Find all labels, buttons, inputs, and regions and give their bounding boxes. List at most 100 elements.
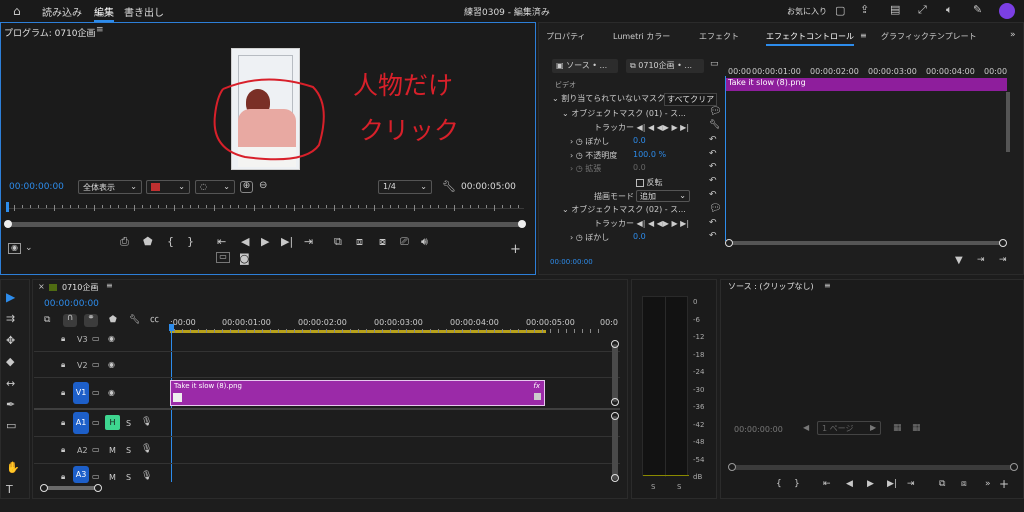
tab-menu-icon[interactable]: ≡ (860, 31, 867, 40)
lift-extract-icon[interactable]: ⧇ (379, 236, 386, 247)
effect-playhead[interactable] (725, 76, 726, 241)
selection-tool-icon[interactable]: ▶ (6, 291, 15, 303)
clear-all-button[interactable]: すべてクリア (664, 93, 718, 106)
lock-icon[interactable]: 🔒︎ (61, 446, 65, 454)
mic-icon[interactable]: 🎙︎ (141, 418, 152, 427)
maximize-icon[interactable]: ⤢ (918, 4, 927, 15)
lock-icon[interactable]: 🔒︎ (61, 473, 65, 481)
reset-icon[interactable]: ↶ (709, 177, 717, 186)
comment-icon[interactable]: 💬︎ (709, 107, 722, 117)
tab-effect-controls[interactable]: エフェクトコントロール (766, 31, 854, 46)
reset-icon[interactable]: ↶ (709, 232, 717, 241)
play-icon[interactable]: ▶ (261, 236, 269, 247)
go-to-in-icon[interactable]: ⇤ (823, 480, 831, 489)
add-marker-icon[interactable]: ⊕ (240, 181, 253, 193)
sync-lock-icon[interactable]: ▭ (92, 446, 100, 454)
source-scrollbar[interactable] (732, 465, 1014, 470)
wrench-icon[interactable]: 🔧︎ (442, 181, 456, 192)
razor-icon[interactable]: ◆ (6, 356, 14, 367)
mark-in-icon[interactable]: { (776, 480, 782, 489)
quality-icon[interactable]: ▦ (893, 424, 902, 433)
eye-icon[interactable]: ◉ (108, 361, 115, 369)
sequence-selector[interactable]: ⧉ 0710企画 • ... (626, 59, 704, 73)
reset-icon[interactable]: ↶ (709, 150, 717, 159)
export-alt-icon[interactable]: ⇥ (999, 256, 1007, 265)
prev-page-icon[interactable]: ◀ (803, 424, 809, 432)
step-back-icon[interactable]: ◀ (241, 236, 249, 247)
blur2-value[interactable]: 0.0 (633, 232, 646, 241)
linked-selection-icon[interactable]: ⚭ (84, 314, 98, 327)
wrench-icon[interactable]: 🔧︎ (129, 316, 140, 325)
program-menu-icon[interactable]: ≡ (96, 26, 104, 35)
eye-icon[interactable]: ◉ (108, 389, 115, 397)
sync-lock-icon[interactable]: ▭ (92, 419, 100, 427)
program-playhead[interactable] (6, 202, 9, 212)
reset-icon[interactable]: ↶ (709, 163, 717, 172)
tab-lumetri[interactable]: Lumetri カラー (613, 31, 670, 42)
reset-icon[interactable]: ↶ (709, 191, 717, 200)
overwrite-icon[interactable]: ⧈ (961, 480, 967, 489)
settings-button-icon[interactable]: ◉ (8, 243, 21, 254)
solo-button[interactable]: S (126, 473, 131, 482)
timeline-timecode[interactable]: 00:00:00:00 (44, 299, 99, 309)
timeline-tab[interactable]: 0710企画 (62, 282, 98, 293)
insert-icon[interactable]: ⧉ (334, 236, 342, 247)
mark-in-icon[interactable]: { (167, 236, 174, 247)
stopwatch-icon[interactable]: ◷ (576, 164, 586, 173)
effect-vscroll[interactable] (1006, 92, 1010, 152)
source-menu-icon[interactable]: ≡ (824, 282, 831, 290)
zoom-out-icon[interactable]: ⊖ (259, 181, 267, 191)
mic-icon[interactable]: 🎙︎ (141, 472, 152, 481)
compare-view-icon[interactable]: ▭ (216, 252, 230, 263)
wrench-icon[interactable]: 🔧︎ (709, 121, 720, 130)
share-icon[interactable]: ⇪ (860, 4, 869, 15)
export-icon[interactable]: ⇥ (977, 256, 985, 265)
track-a3-target[interactable]: A3 (73, 466, 89, 483)
snap-icon[interactable]: ∩ (63, 314, 77, 327)
mic-icon[interactable]: 🎙︎ (141, 445, 152, 454)
vscroll-handle[interactable] (611, 340, 619, 348)
track-v1-target[interactable]: V1 (73, 382, 89, 404)
lock-icon[interactable]: 🔒︎ (61, 335, 65, 343)
source-scroll-handle-left[interactable] (728, 463, 736, 471)
blur-value[interactable]: 0.0 (633, 136, 646, 145)
ripple-edit-icon[interactable]: ✥ (6, 335, 15, 346)
fit-dropdown[interactable]: 全体表示 ⌄ (78, 180, 142, 194)
step-forward-icon[interactable]: ▶| (887, 480, 897, 489)
audio-track-vscroll[interactable] (612, 416, 618, 480)
sync-lock-icon[interactable]: ▭ (92, 473, 100, 481)
tracker-controls-icon[interactable]: ◀| ◀ ◀▶ ▶ ▶| (637, 123, 689, 132)
chevron-down-icon[interactable]: ⌄ (25, 244, 33, 253)
audio-icon[interactable]: 🔊︎ (421, 236, 428, 247)
vscroll-handle[interactable] (611, 412, 619, 420)
hand-icon[interactable]: ✋ (6, 462, 20, 473)
mask1-row[interactable]: ⌄ オブジェクトマスク (01) - ス... (562, 108, 694, 122)
video-track-vscroll[interactable] (612, 344, 618, 402)
camera-icon[interactable]: ◙ (239, 253, 250, 264)
menu-export[interactable]: 書き出し (124, 4, 164, 19)
eye-icon[interactable]: ◉ (108, 335, 115, 343)
panel-icon[interactable]: ▤ (890, 4, 900, 15)
program-scroll-handle-right[interactable] (518, 220, 526, 228)
volume-icon[interactable]: 🔈︎ (946, 4, 953, 15)
quality-dropdown[interactable]: 1/4 ⌄ (378, 180, 432, 194)
bookmark-icon[interactable]: ▢ (835, 5, 845, 16)
source-selector[interactable]: ▣ ソース • ... (552, 59, 618, 73)
sync-lock-icon[interactable]: ▭ (92, 361, 100, 369)
vscroll-handle[interactable] (611, 474, 619, 482)
favorites-label[interactable]: お気に入り (787, 6, 827, 17)
marker-icon[interactable]: ⬟ (143, 236, 153, 247)
stopwatch-icon[interactable]: ◷ (576, 151, 586, 160)
type-icon[interactable]: T (6, 484, 13, 495)
meter-solo-right[interactable]: S (677, 483, 681, 491)
marker-icon[interactable]: ⬟ (109, 316, 117, 325)
vscroll-handle[interactable] (611, 398, 619, 406)
comment-icon[interactable]: 💬︎ (709, 204, 722, 214)
settings-icon[interactable]: ▦ (912, 424, 921, 433)
close-icon[interactable]: × (38, 283, 45, 291)
lock-icon[interactable]: 🔒︎ (61, 389, 65, 397)
tracker-controls-icon[interactable]: ◀| ◀ ◀▶ ▶ ▶| (637, 219, 689, 228)
hscroll-handle-left[interactable] (40, 484, 48, 492)
export-frame-icon[interactable]: ⎚ (400, 236, 409, 247)
more-icon[interactable]: » (985, 480, 991, 489)
